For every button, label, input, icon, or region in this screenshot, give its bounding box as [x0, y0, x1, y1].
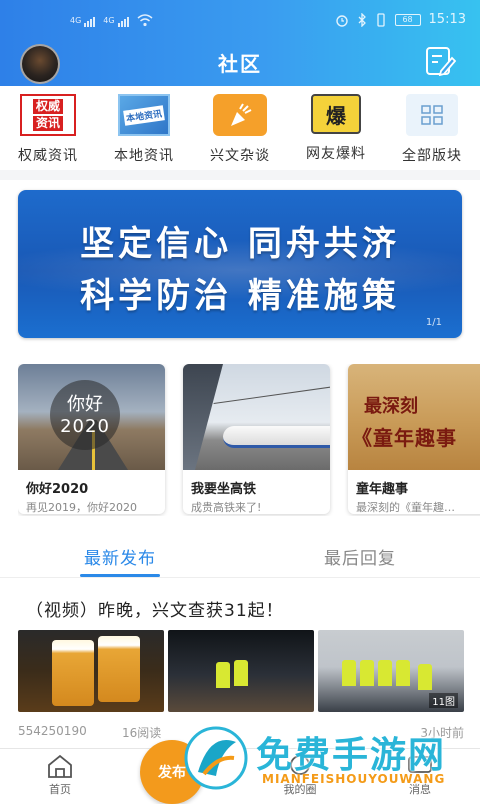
vibrate-icon: [376, 12, 385, 27]
category-label: 权威资讯: [18, 148, 78, 164]
home-icon: [48, 754, 72, 778]
category-label: 网友爆料: [306, 146, 366, 162]
category-all[interactable]: 全部版块: [384, 90, 480, 168]
officer-graphic: [396, 660, 410, 686]
tab-last-reply[interactable]: 最后回复: [240, 538, 480, 577]
header-bar: 4G 4G 68 15:13 社区: [0, 0, 480, 86]
card-image-text-2: 《童年趣事: [352, 426, 457, 450]
section-divider: [0, 170, 480, 180]
xingwen-zatan-icon: [213, 94, 267, 136]
battery-icon: 68: [394, 13, 421, 26]
topic-card[interactable]: 最深刻 《童年趣事 童年趣事 最深刻的《童年趣…: [348, 364, 480, 514]
card-image: 最深刻 《童年趣事: [348, 364, 480, 470]
category-label: 全部版块: [402, 148, 462, 164]
train-graphic: [223, 426, 330, 448]
category-quanwei[interactable]: 权威 资讯 权威资讯: [0, 90, 96, 168]
card-subtitle: 成贵高铁来了!: [191, 501, 262, 514]
status-bar: 4G 4G 68 15:13: [0, 0, 480, 42]
officer-graphic: [342, 660, 356, 686]
officer-graphic: [216, 662, 230, 688]
feed-tabs: 最新发布 最后回复: [0, 538, 480, 578]
category-bar: 权威 资讯 权威资讯 本地资讯 本地资讯 兴文杂谈 爆 网友爆料 全部版块: [0, 90, 480, 168]
post-reads: 16阅读: [122, 726, 162, 740]
banner-page-indicator: 1/1: [425, 317, 442, 328]
card-image-text-1: 你好: [67, 394, 103, 415]
nav-home-label: 首页: [49, 783, 71, 796]
post-title[interactable]: （视频）昨晚，兴文查获31起！: [26, 596, 284, 621]
signal-icon-2: 4G: [103, 17, 129, 27]
card-subtitle: 最深刻的《童年趣…: [356, 501, 455, 514]
wifi-icon: [137, 14, 153, 27]
alarm-icon: [335, 14, 348, 27]
bluetooth-icon: [358, 12, 366, 27]
wire-graphic: [213, 384, 330, 405]
status-right: 68 15:13: [335, 12, 466, 27]
category-label: 本地资讯: [114, 148, 174, 164]
post-image[interactable]: 11图: [318, 630, 464, 712]
topic-cards: 你好 2020 你好2020 再见2019，你好2020 我要坐高铁 成贵高铁来…: [18, 364, 480, 516]
nav-home[interactable]: 首页: [20, 753, 100, 797]
card-image-text-2: 2020: [60, 416, 110, 437]
quanwei-icon-text-1: 权威: [32, 99, 63, 114]
card-title: 你好2020: [26, 482, 89, 497]
officer-graphic: [360, 660, 374, 686]
banner-line-2: 科学防治 精准施策: [80, 276, 400, 316]
clock: 15:13: [428, 12, 466, 27]
post-author[interactable]: 554250190: [18, 724, 87, 738]
party-popper-icon: [231, 103, 252, 126]
bendi-icon-text: 本地资讯: [123, 104, 165, 126]
card-title: 我要坐高铁: [191, 482, 257, 497]
watermark-subtext: MIANFEISHOUYOUWANG: [262, 772, 446, 786]
quanwei-icon-text-2: 资讯: [32, 116, 63, 131]
beer-glass-graphic: [52, 640, 94, 706]
card-image: 你好 2020: [18, 364, 165, 470]
watermark-text: 免费手游网: [256, 735, 447, 776]
quanwei-zixun-icon: 权威 资讯: [20, 94, 76, 136]
banner-carousel[interactable]: 坚定信心 同舟共济 科学防治 精准施策 1/1: [18, 190, 462, 338]
topic-card[interactable]: 我要坐高铁 成贵高铁来了!: [183, 364, 330, 514]
beer-glass-graphic: [98, 636, 140, 702]
banner-line-1: 坚定信心 同舟共济: [80, 224, 400, 264]
grid-glyph: [421, 105, 443, 125]
grid-icon: [406, 94, 458, 136]
page-title: 社区: [218, 52, 262, 76]
post-image[interactable]: [18, 630, 164, 712]
image-count-badge: 11图: [429, 693, 458, 708]
category-bendi[interactable]: 本地资讯 本地资讯: [96, 90, 192, 168]
watermark-logo-icon: [184, 726, 248, 790]
topic-card[interactable]: 你好 2020 你好2020 再见2019，你好2020: [18, 364, 165, 514]
category-label: 兴文杂谈: [210, 148, 270, 164]
card-image-text-1: 最深刻: [364, 396, 418, 417]
post-images[interactable]: 11图: [18, 630, 464, 712]
signal-indicators: 4G 4G: [70, 13, 153, 27]
card-title: 童年趣事: [356, 482, 409, 497]
baoliao-icon: 爆: [311, 94, 361, 134]
category-baoliao[interactable]: 爆 网友爆料: [288, 90, 384, 168]
officer-graphic: [234, 660, 248, 686]
card-subtitle: 再见2019，你好2020: [26, 501, 137, 514]
signal-icon: 4G: [70, 17, 96, 27]
edit-post-icon[interactable]: [424, 46, 456, 76]
category-xingwen[interactable]: 兴文杂谈: [192, 90, 288, 168]
station-graphic: [183, 364, 223, 470]
tab-latest[interactable]: 最新发布: [0, 538, 240, 577]
officer-graphic: [418, 664, 432, 690]
post-image[interactable]: [168, 630, 314, 712]
card-image: [183, 364, 330, 470]
officer-graphic: [378, 660, 392, 686]
bendi-zixun-icon: 本地资讯: [118, 94, 170, 136]
